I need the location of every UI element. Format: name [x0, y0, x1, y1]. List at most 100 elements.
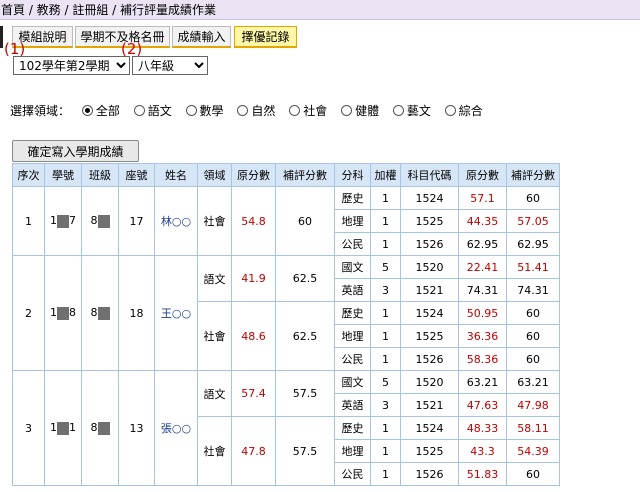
radio-dot[interactable] — [185, 105, 197, 116]
col-header: 加權 — [370, 163, 401, 187]
radio-dot[interactable] — [444, 105, 456, 116]
col-header: 領域 — [197, 163, 232, 187]
subject-cell: 英語 — [334, 278, 371, 302]
write-semester-score-button[interactable]: 確定寫入學期成績 — [12, 140, 139, 162]
subject-code-cell: 1520 — [400, 255, 459, 279]
subject-makeup-score: 74.31 — [506, 278, 560, 302]
col-header: 補評分數 — [506, 163, 560, 187]
class-prefix: 8 — [90, 306, 98, 320]
student-id-prefix: 1 — [50, 421, 57, 435]
subject-code-cell: 1524 — [400, 186, 459, 210]
subject-makeup-score: 60 — [506, 186, 560, 210]
radio-dot[interactable] — [289, 105, 301, 116]
subject-orig-score: 74.31 — [458, 278, 507, 302]
redaction-mask — [97, 214, 110, 228]
radio-arts[interactable]: 藝文 — [392, 102, 431, 119]
col-header: 班級 — [81, 163, 119, 187]
subject-orig-score: 48.33 — [458, 416, 507, 440]
class-cell: 8 — [81, 370, 119, 486]
col-header: 原分數 — [231, 163, 276, 187]
radio-science[interactable]: 自然 — [237, 102, 275, 119]
redaction-mask — [97, 306, 110, 320]
student-name-cell: 張○○ — [154, 370, 198, 486]
subject-makeup-score: 58.11 — [506, 416, 560, 440]
subject-makeup-score: 60 — [506, 462, 560, 486]
subject-cell: 地理 — [334, 209, 371, 233]
col-header: 分科 — [334, 163, 371, 187]
col-header: 序次 — [12, 163, 45, 187]
weight-cell: 1 — [370, 232, 401, 256]
domain-orig-score: 57.4 — [231, 370, 276, 417]
table-row: 2 1 8 8 18 王○○ 語文 41.9 62.5 國文 5 1520 22.41 51.41 — [12, 255, 560, 371]
subject-orig-score: 57.1 — [458, 186, 507, 210]
subject-makeup-score: 60 — [506, 347, 560, 371]
redaction-mask — [97, 421, 110, 435]
radio-all[interactable]: 全部 — [81, 102, 120, 119]
subject-cell: 公民 — [334, 462, 371, 486]
tab-best-record[interactable]: 擇優記錄 — [234, 26, 297, 48]
radio-dot[interactable] — [81, 105, 93, 116]
subject-cell: 國文 — [334, 255, 371, 279]
subject-code-cell: 1525 — [400, 209, 459, 233]
subject-code-cell: 1526 — [400, 232, 459, 256]
radio-health-pe[interactable]: 健體 — [341, 102, 379, 119]
col-header: 姓名 — [154, 163, 198, 187]
subject-orig-score: 51.83 — [458, 462, 507, 486]
student-id-cell: 11 — [44, 370, 82, 486]
weight-cell: 1 — [370, 301, 401, 325]
domain-filter-label: 選擇領域： — [10, 104, 71, 118]
weight-cell: 1 — [370, 462, 401, 486]
col-header: 學號 — [44, 163, 82, 187]
class-prefix: 8 — [90, 214, 98, 228]
table-row: 1 1 7 8 17 林○○ 社會 54.8 60 歷史 1 1524 57.1 60 — [12, 186, 560, 256]
grade-select[interactable]: 八年級 — [132, 56, 208, 75]
weight-cell: 5 — [370, 255, 401, 279]
semester-select[interactable]: 102學年第2學期 — [13, 56, 130, 75]
radio-label: 數學 — [199, 104, 224, 118]
tab-score-input[interactable]: 成績輸入 — [172, 26, 231, 48]
tab-bar: 模組說明 學期不及格名冊 成績輸入 擇優記錄 — [0, 26, 640, 48]
class-cell: 8 — [81, 186, 119, 256]
subject-orig-score: 22.41 — [458, 255, 507, 279]
radio-dot[interactable] — [133, 105, 145, 116]
subject-makeup-score: 63.21 — [506, 370, 560, 394]
class-prefix: 8 — [90, 421, 98, 435]
student-name-cell: 王○○ — [154, 255, 198, 371]
radio-label: 語文 — [147, 104, 172, 118]
subject-orig-score: 50.95 — [458, 301, 507, 325]
student-name-cell: 林○○ — [154, 186, 198, 256]
student-id-suffix: 1 — [69, 421, 76, 435]
radio-label: 全部 — [95, 104, 120, 118]
seq-cell: 1 — [12, 186, 45, 256]
radio-label: 健體 — [355, 104, 380, 118]
student-id-cell: 17 — [44, 186, 82, 256]
weight-cell: 3 — [370, 278, 401, 302]
subject-cell: 地理 — [334, 324, 371, 348]
redaction-mask — [57, 421, 69, 435]
radio-social[interactable]: 社會 — [289, 102, 327, 119]
subject-makeup-score: 57.05 — [506, 209, 560, 233]
class-cell: 8 — [81, 255, 119, 371]
domain-orig-score: 54.8 — [231, 186, 276, 256]
subject-makeup-score: 62.95 — [506, 232, 560, 256]
radio-dot[interactable] — [341, 105, 353, 116]
domain-makeup-score: 62.5 — [275, 301, 335, 371]
subject-code-cell: 1526 — [400, 347, 459, 371]
student-id-cell: 18 — [44, 255, 82, 371]
subject-cell: 英語 — [334, 393, 371, 417]
domain-orig-score: 48.6 — [231, 301, 276, 371]
radio-language[interactable]: 語文 — [133, 102, 172, 119]
redaction-mask — [57, 214, 69, 228]
col-header: 科目代碼 — [400, 163, 459, 187]
subject-orig-score: 44.35 — [458, 209, 507, 233]
subject-orig-score: 58.36 — [458, 347, 507, 371]
subject-makeup-score: 54.39 — [506, 439, 560, 463]
radio-dot[interactable] — [392, 105, 404, 116]
student-id-suffix: 8 — [69, 306, 76, 320]
radio-integrative[interactable]: 綜合 — [444, 102, 483, 119]
marker-2: (2) — [121, 40, 143, 58]
domain-orig-score: 41.9 — [231, 255, 276, 302]
radio-dot[interactable] — [237, 105, 249, 116]
subject-cell: 歷史 — [334, 301, 371, 325]
radio-math[interactable]: 數學 — [185, 102, 224, 119]
